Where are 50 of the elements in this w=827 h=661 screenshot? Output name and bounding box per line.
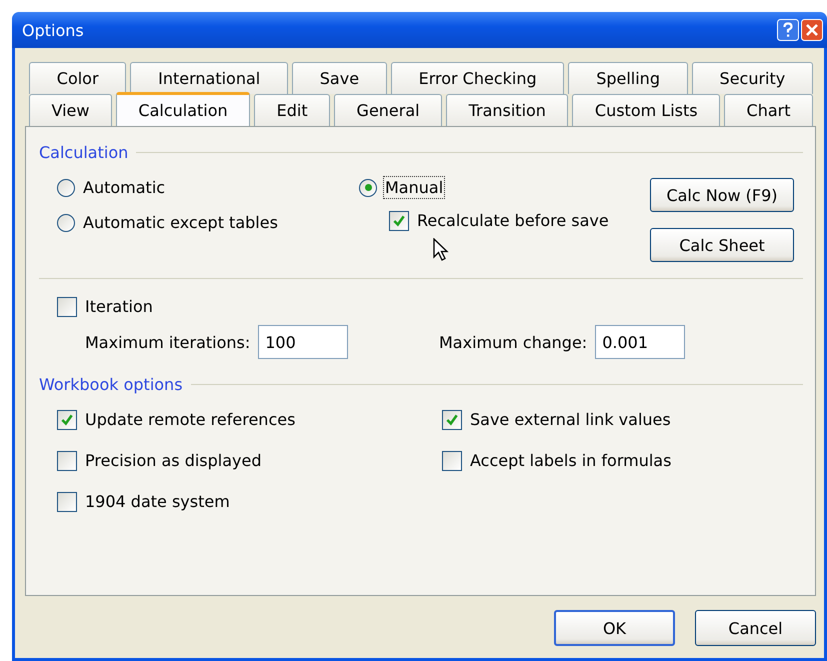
tab[interactable]: Edit xyxy=(254,94,330,126)
tab[interactable]: Save xyxy=(292,62,387,94)
tab[interactable]: Security xyxy=(692,62,814,94)
checkbox-label[interactable]: 1904 date system xyxy=(83,490,232,513)
tab[interactable]: Color xyxy=(29,62,126,94)
tab[interactable]: International xyxy=(130,62,288,94)
radio-button[interactable] xyxy=(57,214,75,232)
checkmark-icon xyxy=(445,412,459,426)
calc-button[interactable]: Calc Now (F9) xyxy=(650,178,794,212)
window-title: Options xyxy=(22,20,84,40)
checkbox[interactable] xyxy=(442,410,462,430)
close-icon[interactable] xyxy=(801,19,823,41)
radio-button[interactable] xyxy=(359,178,377,196)
radio-label[interactable]: Automatic xyxy=(81,176,168,199)
tab[interactable]: Calculation xyxy=(116,92,250,126)
tab[interactable]: Spelling xyxy=(568,62,688,94)
radio-label[interactable]: Automatic except tables xyxy=(81,211,280,234)
input-field[interactable]: 100 xyxy=(258,325,348,359)
mouse-pointer-icon xyxy=(433,238,449,262)
tab[interactable]: General xyxy=(334,94,442,126)
dialog-button[interactable]: Cancel xyxy=(695,610,816,646)
field-label: Maximum change: xyxy=(439,332,588,352)
checkbox[interactable] xyxy=(57,450,77,470)
tab[interactable]: Error Checking xyxy=(390,62,564,94)
field-label: Maximum iterations: xyxy=(85,332,250,352)
checkbox[interactable] xyxy=(57,410,77,430)
tab[interactable]: Chart xyxy=(724,94,813,126)
section-heading: Workbook options xyxy=(39,375,183,394)
checkbox-label[interactable]: Precision as displayed xyxy=(83,449,264,472)
help-icon[interactable] xyxy=(777,19,799,41)
checkmark-icon xyxy=(60,412,74,426)
checkbox-label[interactable]: Accept labels in formulas xyxy=(468,449,674,472)
checkbox[interactable] xyxy=(389,210,409,230)
tab[interactable]: View xyxy=(29,94,112,126)
dialog-button[interactable]: OK xyxy=(554,610,675,646)
checkbox[interactable] xyxy=(442,450,462,470)
input-field[interactable]: 0.001 xyxy=(595,325,686,359)
radio-button[interactable] xyxy=(57,178,75,196)
checkbox-label[interactable]: Save external link values xyxy=(468,408,673,431)
calc-button[interactable]: Calc Sheet xyxy=(650,228,794,262)
checkbox[interactable] xyxy=(57,296,77,316)
checkbox[interactable] xyxy=(57,492,77,512)
checkmark-icon xyxy=(392,214,406,228)
checkbox-label[interactable]: Recalculate before save xyxy=(415,209,611,232)
tab[interactable]: Transition xyxy=(446,94,568,126)
radio-label[interactable]: Manual xyxy=(383,176,446,199)
tab[interactable]: Custom Lists xyxy=(572,94,720,126)
checkbox-label[interactable]: Update remote references xyxy=(83,408,298,431)
checkbox-label[interactable]: Iteration xyxy=(83,295,155,318)
section-heading: Calculation xyxy=(39,143,128,162)
